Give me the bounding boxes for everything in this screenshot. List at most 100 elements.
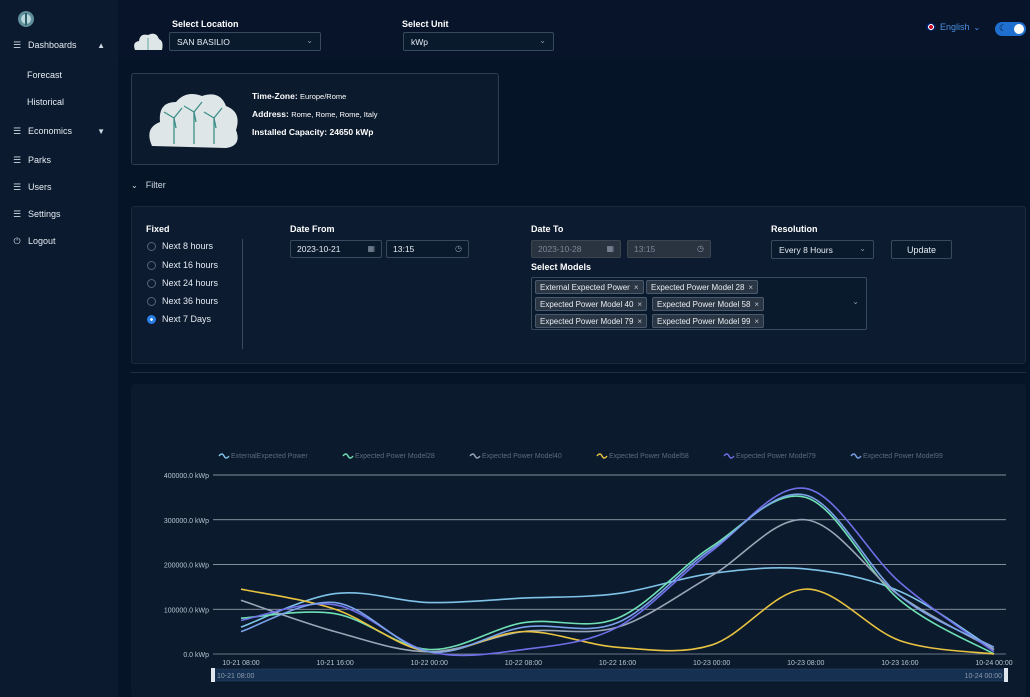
series-line xyxy=(240,588,995,655)
radio-next-36-hours[interactable]: Next 36 hours xyxy=(147,296,218,306)
model-tag-99: Expected Power Model 99 × xyxy=(652,314,765,328)
time-from-value: 13:15 xyxy=(393,244,415,254)
x-tick-label: 10-22 08:00 xyxy=(505,660,542,667)
filter-toggle[interactable]: ⌄ Filter xyxy=(131,180,166,190)
x-tick-label: 10-23 08:00 xyxy=(787,660,824,667)
list-icon: ☰ xyxy=(12,39,22,50)
tag-label: Expected Power Model 28 xyxy=(651,282,745,292)
close-icon[interactable]: × xyxy=(748,283,753,292)
sidebar-item-logout[interactable]: ⏻ Logout xyxy=(0,230,118,252)
date-to-input[interactable]: 2023-10-28 ▦ xyxy=(531,240,621,258)
legend-line-icon xyxy=(850,453,862,459)
theme-toggle[interactable]: ☾ xyxy=(995,22,1026,36)
radio-next-16-hours[interactable]: Next 16 hours xyxy=(147,260,218,270)
app: ☰ Dashboards ▲ Forecast Historical ☰ Eco… xyxy=(0,0,1030,697)
sidebar-item-dashboards[interactable]: ☰ Dashboards ▲ xyxy=(0,34,118,56)
legend-entry[interactable]: Expected Power Model99 xyxy=(863,453,943,460)
sidebar-item-users[interactable]: ☰ Users xyxy=(0,176,118,198)
sidebar-item-parks[interactable]: ☰ Parks xyxy=(0,149,118,171)
x-tick-label: 10-22 16:00 xyxy=(599,660,636,667)
radio-label: Next 7 Days xyxy=(162,314,212,324)
y-tick-label: 400000.0 kWp xyxy=(164,473,209,480)
divider xyxy=(242,239,243,349)
sidebar-item-forecast[interactable]: Forecast xyxy=(27,70,62,80)
y-tick-label: 200000.0 kWp xyxy=(164,563,209,570)
chevron-down-icon: ▼ xyxy=(97,126,105,136)
calendar-icon: ▦ xyxy=(606,244,614,253)
resolution-value: Every 8 Hours xyxy=(779,244,833,255)
legend-entry[interactable]: Expected Power Model79 xyxy=(736,453,816,460)
sidebar-item-label: Parks xyxy=(28,155,52,165)
model-tag-28: Expected Power Model 28 × xyxy=(646,280,759,294)
radio-next-8-hours[interactable]: Next 8 hours xyxy=(147,241,213,251)
time-to-input[interactable]: 13:15 ◷ xyxy=(627,240,711,258)
legend-entry[interactable]: ExternalExpected Power xyxy=(231,453,308,460)
sidebar-item-economics[interactable]: ☰ Economics ▼ xyxy=(0,120,118,142)
radio-circle xyxy=(147,296,156,306)
toggle-knob xyxy=(1014,24,1024,34)
unit-value: kWp xyxy=(411,36,428,47)
chevron-down-icon: ⌄ xyxy=(539,36,546,45)
legend-entry[interactable]: Expected Power Model40 xyxy=(482,453,562,460)
zoom-handle-right[interactable] xyxy=(1004,668,1008,682)
address-label: Address: xyxy=(252,109,289,119)
logout-icon: ⏻ xyxy=(13,235,21,246)
zoom-handle-left[interactable] xyxy=(211,668,215,682)
time-from-input[interactable]: 13:15 ◷ xyxy=(386,240,469,258)
unit-select[interactable]: kWp ⌄ xyxy=(403,32,554,51)
address-value: Rome, Rome, Rome, Italy xyxy=(291,110,378,119)
tag-label: Expected Power Model 58 xyxy=(657,299,751,309)
close-icon[interactable]: × xyxy=(754,300,759,309)
radio-next-7-days[interactable]: Next 7 Days xyxy=(147,314,211,324)
sidebar-item-label: Logout xyxy=(28,236,56,246)
location-label: Select Location xyxy=(172,19,239,29)
x-tick-label: 10-23 00:00 xyxy=(693,660,730,667)
close-icon[interactable]: × xyxy=(754,317,759,326)
close-icon[interactable]: × xyxy=(637,300,642,309)
sidebar-item-historical[interactable]: Historical xyxy=(27,97,64,107)
sidebar-item-label: Users xyxy=(28,182,52,192)
update-button[interactable]: Update xyxy=(891,240,952,259)
radio-circle xyxy=(147,260,156,270)
filter-toggle-label: Filter xyxy=(145,180,166,190)
legend-line-icon xyxy=(342,453,354,459)
close-icon[interactable]: × xyxy=(634,283,639,292)
list-icon: ☰ xyxy=(12,181,22,192)
chevron-down-icon: ⌄ xyxy=(859,244,866,253)
models-multiselect[interactable]: External Expected Power × Expected Power … xyxy=(531,277,867,330)
legend-line-icon xyxy=(469,453,481,459)
list-icon: ☰ xyxy=(12,125,22,136)
date-from-label: Date From xyxy=(290,224,335,234)
date-from-value: 2023-10-21 xyxy=(297,244,341,254)
capacity-value: 24650 kWp xyxy=(329,127,374,137)
radio-next-24-hours[interactable]: Next 24 hours xyxy=(147,278,218,288)
date-to-label: Date To xyxy=(531,224,564,234)
wind-park-icon xyxy=(149,94,238,148)
radio-label: Next 8 hours xyxy=(162,241,214,251)
model-tag-40: Expected Power Model 40 × xyxy=(535,297,648,311)
tag-label: Expected Power Model 99 xyxy=(657,316,751,326)
x-tick-label: 10-22 00:00 xyxy=(411,660,448,667)
language-select[interactable]: English ⌄ xyxy=(926,22,980,32)
sidebar-item-settings[interactable]: ☰ Settings xyxy=(0,203,118,225)
clock-icon: ◷ xyxy=(697,244,704,253)
power-chart[interactable]: 0.0 kWp 100000.0 kWp 200000.0 kWp 300000.0 … xyxy=(131,384,1026,697)
capacity-label: Installed Capacity: xyxy=(252,127,328,137)
unit-label: Select Unit xyxy=(402,19,449,29)
location-value: SAN BASILIO xyxy=(177,36,230,47)
language-value: English xyxy=(940,22,970,32)
list-icon: ☰ xyxy=(12,154,22,165)
chevron-down-icon: ⌄ xyxy=(973,22,981,32)
series-line xyxy=(240,493,995,654)
resolution-select[interactable]: Every 8 Hours ⌄ xyxy=(771,240,874,259)
chevron-down-icon: ⌄ xyxy=(852,297,859,306)
legend-entry[interactable]: Expected Power Model28 xyxy=(355,453,435,460)
radio-label: Next 24 hours xyxy=(162,278,219,288)
close-icon[interactable]: × xyxy=(637,317,642,326)
logo-icon xyxy=(18,11,34,27)
divider xyxy=(131,372,1026,373)
date-from-input[interactable]: 2023-10-21 ▦ xyxy=(290,240,382,258)
timezone-value: Europe/Rome xyxy=(300,92,347,101)
legend-entry[interactable]: Expected Power Model58 xyxy=(609,453,689,460)
location-select[interactable]: SAN BASILIO ⌄ xyxy=(169,32,321,51)
